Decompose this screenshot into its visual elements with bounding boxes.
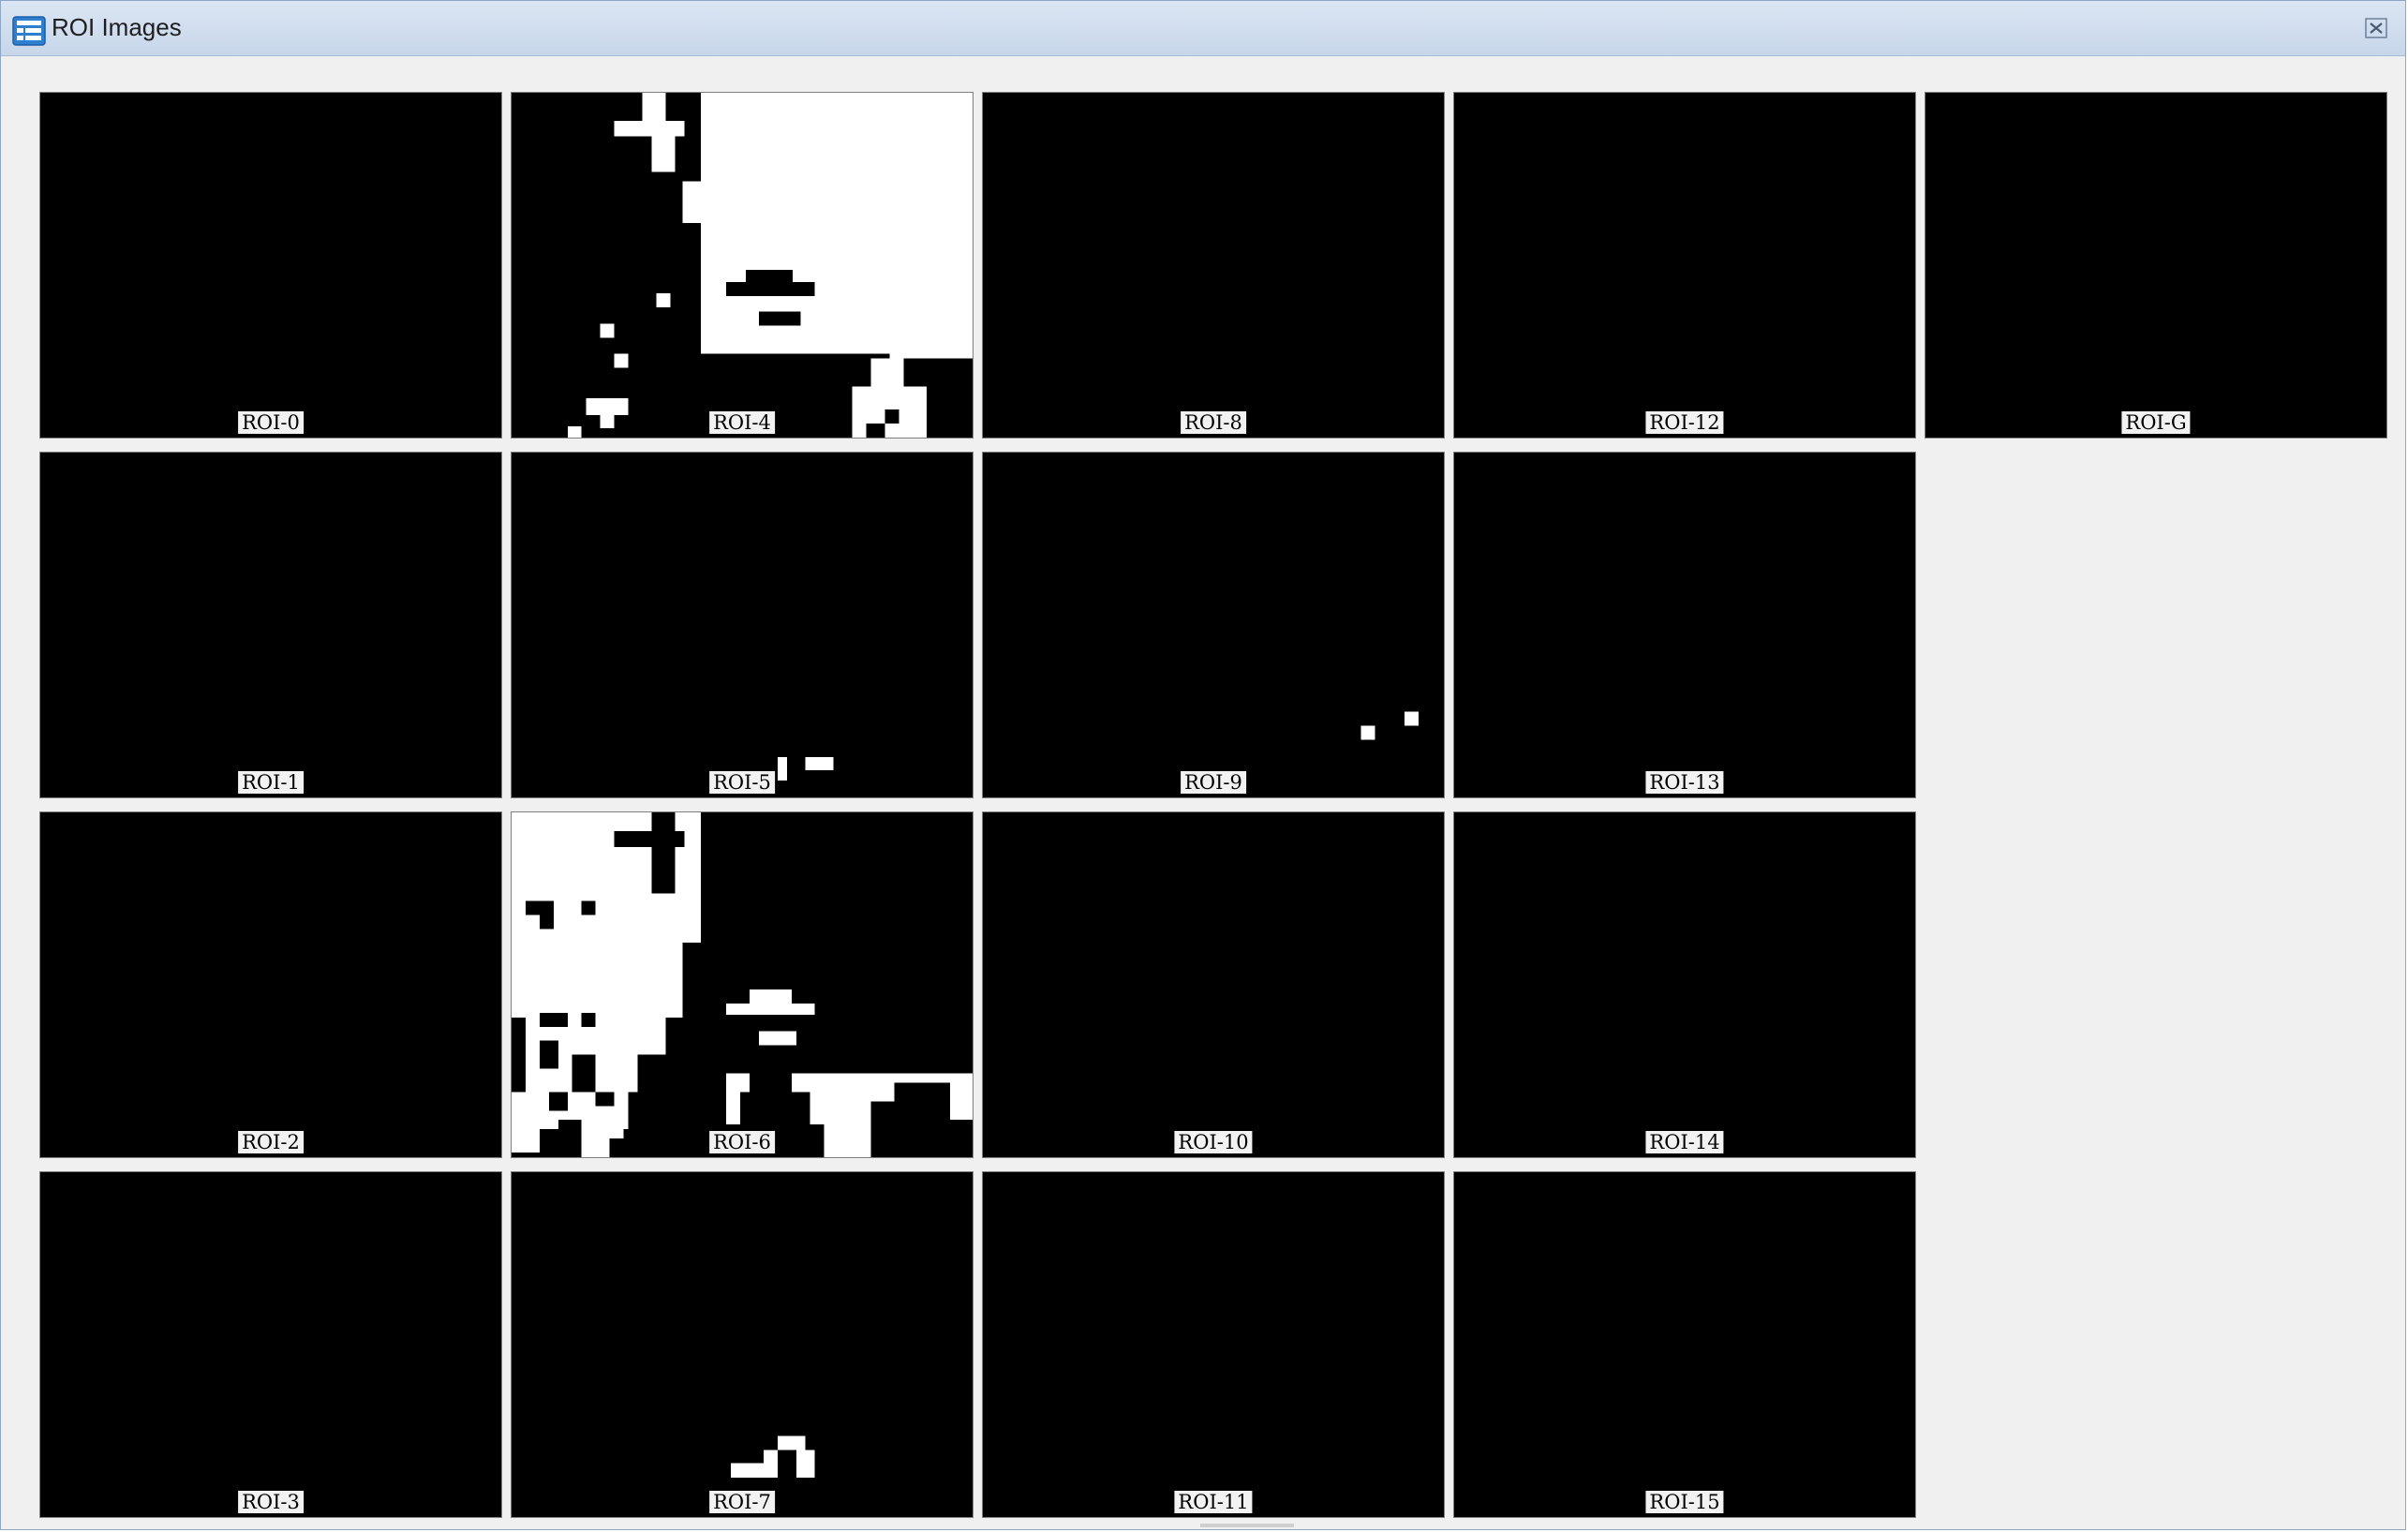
roi-label: ROI-2 [238,1131,304,1153]
roi-tile-14[interactable]: ROI-14 [1453,811,1916,1158]
roi-label: ROI-7 [709,1491,775,1513]
window-title: ROI Images [52,13,182,41]
grid-window-icon [12,16,46,46]
roi-label: ROI-5 [709,771,775,794]
roi-tile-15[interactable]: ROI-15 [1453,1171,1916,1518]
roi-tile-g[interactable]: ROI-G [1925,92,2387,439]
roi-label: ROI-6 [709,1131,775,1153]
roi-mask-image [1360,711,1420,740]
roi-tile-6[interactable]: ROI-6 [511,811,974,1158]
roi-label: ROI-14 [1645,1131,1724,1153]
roi-mask-image [731,1435,815,1479]
roi-tile-4[interactable]: ROI-4 [511,92,974,439]
roi-tile-0[interactable]: ROI-0 [39,92,502,439]
roi-label: ROI-15 [1645,1491,1724,1513]
roi-label: ROI-9 [1181,771,1246,794]
roi-tile-7[interactable]: ROI-7 [511,1171,974,1518]
roi-label: ROI-1 [238,771,304,794]
roi-tile-9[interactable]: ROI-9 [982,452,1445,798]
roi-tile-8[interactable]: ROI-8 [982,92,1445,439]
roi-grid: ROI-0 ROI-4 ROI-8 ROI-12 ROI-G ROI-1 ROI… [1,56,2405,1529]
roi-images-window: ROI Images ROI-0 ROI-4 ROI-8 ROI-12 ROI-… [0,0,2406,1530]
roi-tile-2[interactable]: ROI-2 [39,811,502,1158]
roi-mask-image [567,93,973,438]
close-icon[interactable] [2364,16,2388,40]
roi-tile-10[interactable]: ROI-10 [982,811,1445,1158]
roi-tile-1[interactable]: ROI-1 [39,452,502,798]
roi-label: ROI-0 [238,411,304,434]
roi-label: ROI-12 [1645,411,1724,434]
title-bar[interactable]: ROI Images [1,1,2405,56]
roi-tile-13[interactable]: ROI-13 [1453,452,1916,798]
resize-grip[interactable] [1200,1524,1294,1527]
roi-label: ROI-4 [709,411,775,434]
roi-label: ROI-11 [1174,1491,1253,1513]
roi-mask-image [512,812,973,1157]
roi-label: ROI-10 [1174,1131,1253,1153]
roi-mask-image [777,757,834,781]
roi-tile-12[interactable]: ROI-12 [1453,92,1916,439]
roi-tile-5[interactable]: ROI-5 [511,452,974,798]
roi-label: ROI-G [2121,411,2191,434]
roi-tile-3[interactable]: ROI-3 [39,1171,502,1518]
roi-tile-11[interactable]: ROI-11 [982,1171,1445,1518]
roi-label: ROI-8 [1181,411,1246,434]
roi-label: ROI-13 [1645,771,1724,794]
roi-label: ROI-3 [238,1491,304,1513]
